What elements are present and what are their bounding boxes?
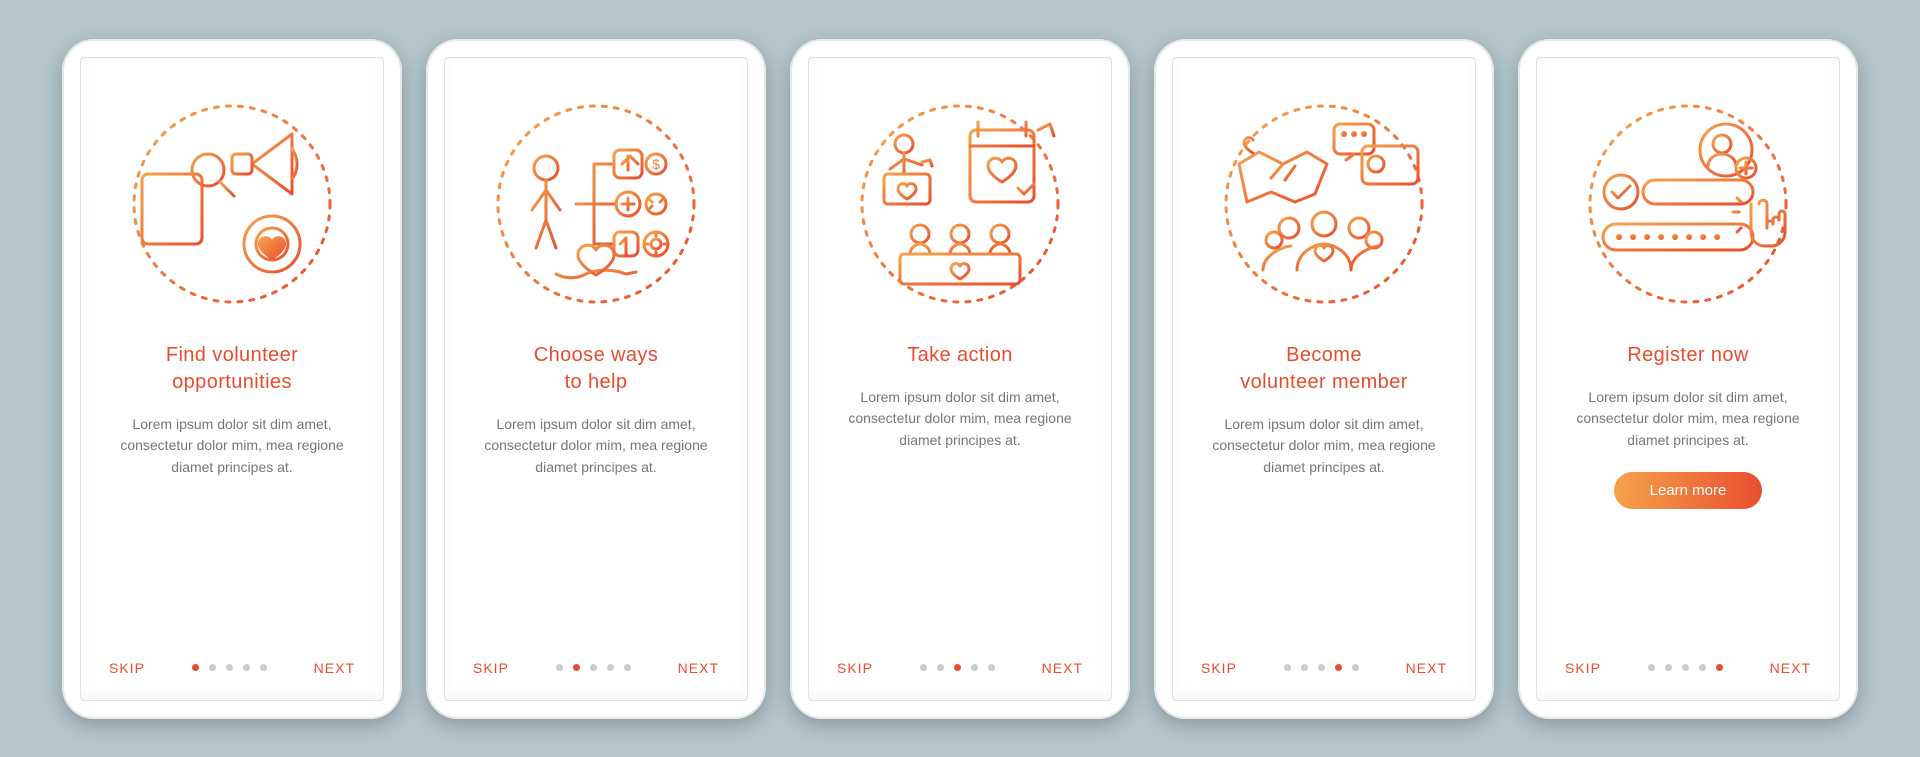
dot <box>1648 664 1655 671</box>
phone-mockup: Take action Lorem ipsum dolor sit dim am… <box>790 39 1130 719</box>
next-button[interactable]: NEXT <box>678 660 719 676</box>
phone-mockup: Find volunteeropportunities Lorem ipsum … <box>62 39 402 719</box>
page-indicator <box>920 664 995 671</box>
skip-button[interactable]: SKIP <box>473 660 509 676</box>
dot <box>226 664 233 671</box>
dot <box>607 664 614 671</box>
dot <box>1699 664 1706 671</box>
choose-ways-icon: $ <box>486 94 706 314</box>
learn-more-button[interactable]: Learn more <box>1614 472 1763 509</box>
onboarding-body: Lorem ipsum dolor sit dim amet, consecte… <box>112 414 352 479</box>
dot <box>573 664 580 671</box>
skip-button[interactable]: SKIP <box>837 660 873 676</box>
onboarding-nav: SKIP NEXT <box>109 660 355 676</box>
become-member-icon <box>1214 94 1434 314</box>
dot <box>209 664 216 671</box>
phone-mockup: $ Choose waysto help Lorem ipsum dolor s… <box>426 39 766 719</box>
onboarding-title: Register now <box>1627 342 1749 369</box>
onboarding-screen: Register now Lorem ipsum dolor sit dim a… <box>1536 57 1840 701</box>
next-button[interactable]: NEXT <box>1042 660 1083 676</box>
dot <box>937 664 944 671</box>
onboarding-screen: Take action Lorem ipsum dolor sit dim am… <box>808 57 1112 701</box>
dot <box>1665 664 1672 671</box>
onboarding-nav: SKIP NEXT <box>837 660 1083 676</box>
dot <box>1335 664 1342 671</box>
onboarding-screen: $ Choose waysto help Lorem ipsum dolor s… <box>444 57 748 701</box>
onboarding-nav: SKIP NEXT <box>473 660 719 676</box>
onboarding-body: Lorem ipsum dolor sit dim amet, consecte… <box>1568 387 1808 452</box>
onboarding-screen: Find volunteeropportunities Lorem ipsum … <box>80 57 384 701</box>
onboarding-screen: Becomevolunteer member Lorem ipsum dolor… <box>1172 57 1476 701</box>
page-indicator <box>192 664 267 671</box>
phone-mockup: Becomevolunteer member Lorem ipsum dolor… <box>1154 39 1494 719</box>
register-now-icon <box>1578 94 1798 314</box>
dot <box>1352 664 1359 671</box>
skip-button[interactable]: SKIP <box>109 660 145 676</box>
dot <box>954 664 961 671</box>
dot <box>1682 664 1689 671</box>
dot <box>624 664 631 671</box>
dot <box>260 664 267 671</box>
dot <box>1284 664 1291 671</box>
onboarding-title: Find volunteeropportunities <box>166 342 298 396</box>
next-button[interactable]: NEXT <box>314 660 355 676</box>
next-button[interactable]: NEXT <box>1406 660 1447 676</box>
onboarding-body: Lorem ipsum dolor sit dim amet, consecte… <box>476 414 716 479</box>
onboarding-nav: SKIP NEXT <box>1565 660 1811 676</box>
page-indicator <box>556 664 631 671</box>
skip-button[interactable]: SKIP <box>1565 660 1601 676</box>
page-indicator <box>1284 664 1359 671</box>
dot <box>1301 664 1308 671</box>
dot <box>988 664 995 671</box>
next-button[interactable]: NEXT <box>1770 660 1811 676</box>
onboarding-body: Lorem ipsum dolor sit dim amet, consecte… <box>1204 414 1444 479</box>
onboarding-nav: SKIP NEXT <box>1201 660 1447 676</box>
dot <box>1716 664 1723 671</box>
dot <box>243 664 250 671</box>
dot <box>1318 664 1325 671</box>
dot <box>590 664 597 671</box>
find-opportunities-icon <box>122 94 342 314</box>
phone-mockup: Register now Lorem ipsum dolor sit dim a… <box>1518 39 1858 719</box>
skip-button[interactable]: SKIP <box>1201 660 1237 676</box>
svg-text:$: $ <box>652 156 660 172</box>
dot <box>971 664 978 671</box>
onboarding-title: Becomevolunteer member <box>1240 342 1408 396</box>
onboarding-title: Choose waysto help <box>534 342 658 396</box>
onboarding-body: Lorem ipsum dolor sit dim amet, consecte… <box>840 387 1080 452</box>
dot <box>556 664 563 671</box>
page-indicator <box>1648 664 1723 671</box>
take-action-icon <box>850 94 1070 314</box>
onboarding-title: Take action <box>907 342 1013 369</box>
dot <box>192 664 199 671</box>
dot <box>920 664 927 671</box>
